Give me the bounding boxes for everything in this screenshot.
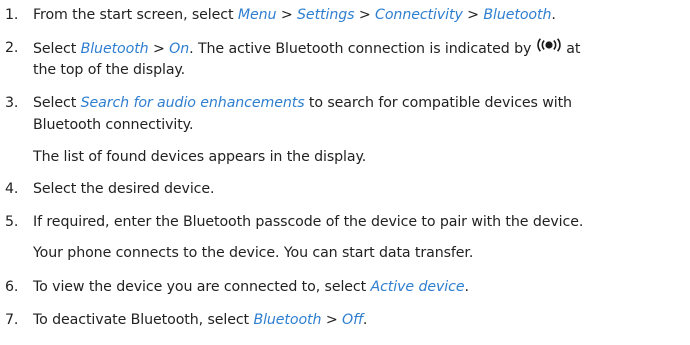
step-number: 3. bbox=[5, 95, 19, 111]
step-text: If required, enter the Bluetooth passcod… bbox=[33, 214, 584, 230]
step-number: 1. bbox=[5, 7, 19, 23]
step-text-segment: To view the device you are connected to,… bbox=[33, 279, 371, 295]
menu-option-settings: Settings bbox=[297, 7, 355, 23]
step-text-segment: to search for compatible devices with bbox=[304, 95, 572, 111]
step-text: To deactivate Bluetooth, select Bluetoot… bbox=[33, 309, 367, 331]
step-note: The list of found devices appears in the… bbox=[33, 149, 367, 165]
menu-option-active-device: Active device bbox=[370, 279, 465, 295]
separator: > bbox=[462, 7, 484, 23]
step-continuation: the top of the display. bbox=[33, 62, 186, 78]
step-text-segment: Select bbox=[33, 41, 81, 57]
step-text-segment: . The active Bluetooth connection is ind… bbox=[189, 41, 532, 57]
separator: > bbox=[354, 7, 376, 23]
menu-option-bluetooth: Bluetooth bbox=[483, 7, 552, 23]
step-text: From the start screen, select Menu > Set… bbox=[33, 4, 556, 26]
step-number: 4. bbox=[5, 181, 19, 197]
step-number: 5. bbox=[5, 214, 19, 230]
menu-option-bluetooth: Bluetooth bbox=[80, 41, 149, 57]
separator: > bbox=[276, 7, 298, 23]
step-number: 7. bbox=[5, 312, 19, 328]
menu-option-menu: Menu bbox=[237, 7, 277, 23]
period: . bbox=[551, 7, 556, 23]
step-text: Select Bluetooth > On. The active Blueto… bbox=[33, 37, 580, 60]
step-text-segment: From the start screen, select bbox=[33, 7, 238, 23]
separator: > bbox=[148, 41, 170, 57]
step-note: Your phone connects to the device. You c… bbox=[33, 245, 474, 261]
step-text: Select the desired device. bbox=[33, 181, 215, 197]
step-text: To view the device you are connected to,… bbox=[33, 276, 469, 298]
menu-option-on: On bbox=[169, 41, 190, 57]
period: . bbox=[464, 279, 469, 295]
step-continuation: Bluetooth connectivity. bbox=[33, 117, 194, 133]
menu-option-connectivity: Connectivity bbox=[375, 7, 463, 23]
menu-option-off: Off bbox=[342, 312, 363, 328]
separator: > bbox=[321, 312, 343, 328]
step-text-segment: Select bbox=[33, 95, 81, 111]
menu-option-search-audio-enhancements: Search for audio enhancements bbox=[80, 95, 305, 111]
bluetooth-active-icon bbox=[534, 37, 564, 52]
step-text-segment: at bbox=[566, 41, 581, 57]
period: . bbox=[362, 312, 368, 328]
step-number: 2. bbox=[5, 40, 19, 56]
step-number: 6. bbox=[5, 279, 19, 295]
step-text: Select Search for audio enhancements to … bbox=[33, 92, 572, 114]
step-text-segment: To deactivate Bluetooth, select bbox=[33, 312, 254, 328]
menu-option-bluetooth: Bluetooth bbox=[253, 312, 322, 328]
instruction-document: 1. From the start screen, select Menu > … bbox=[0, 0, 690, 345]
